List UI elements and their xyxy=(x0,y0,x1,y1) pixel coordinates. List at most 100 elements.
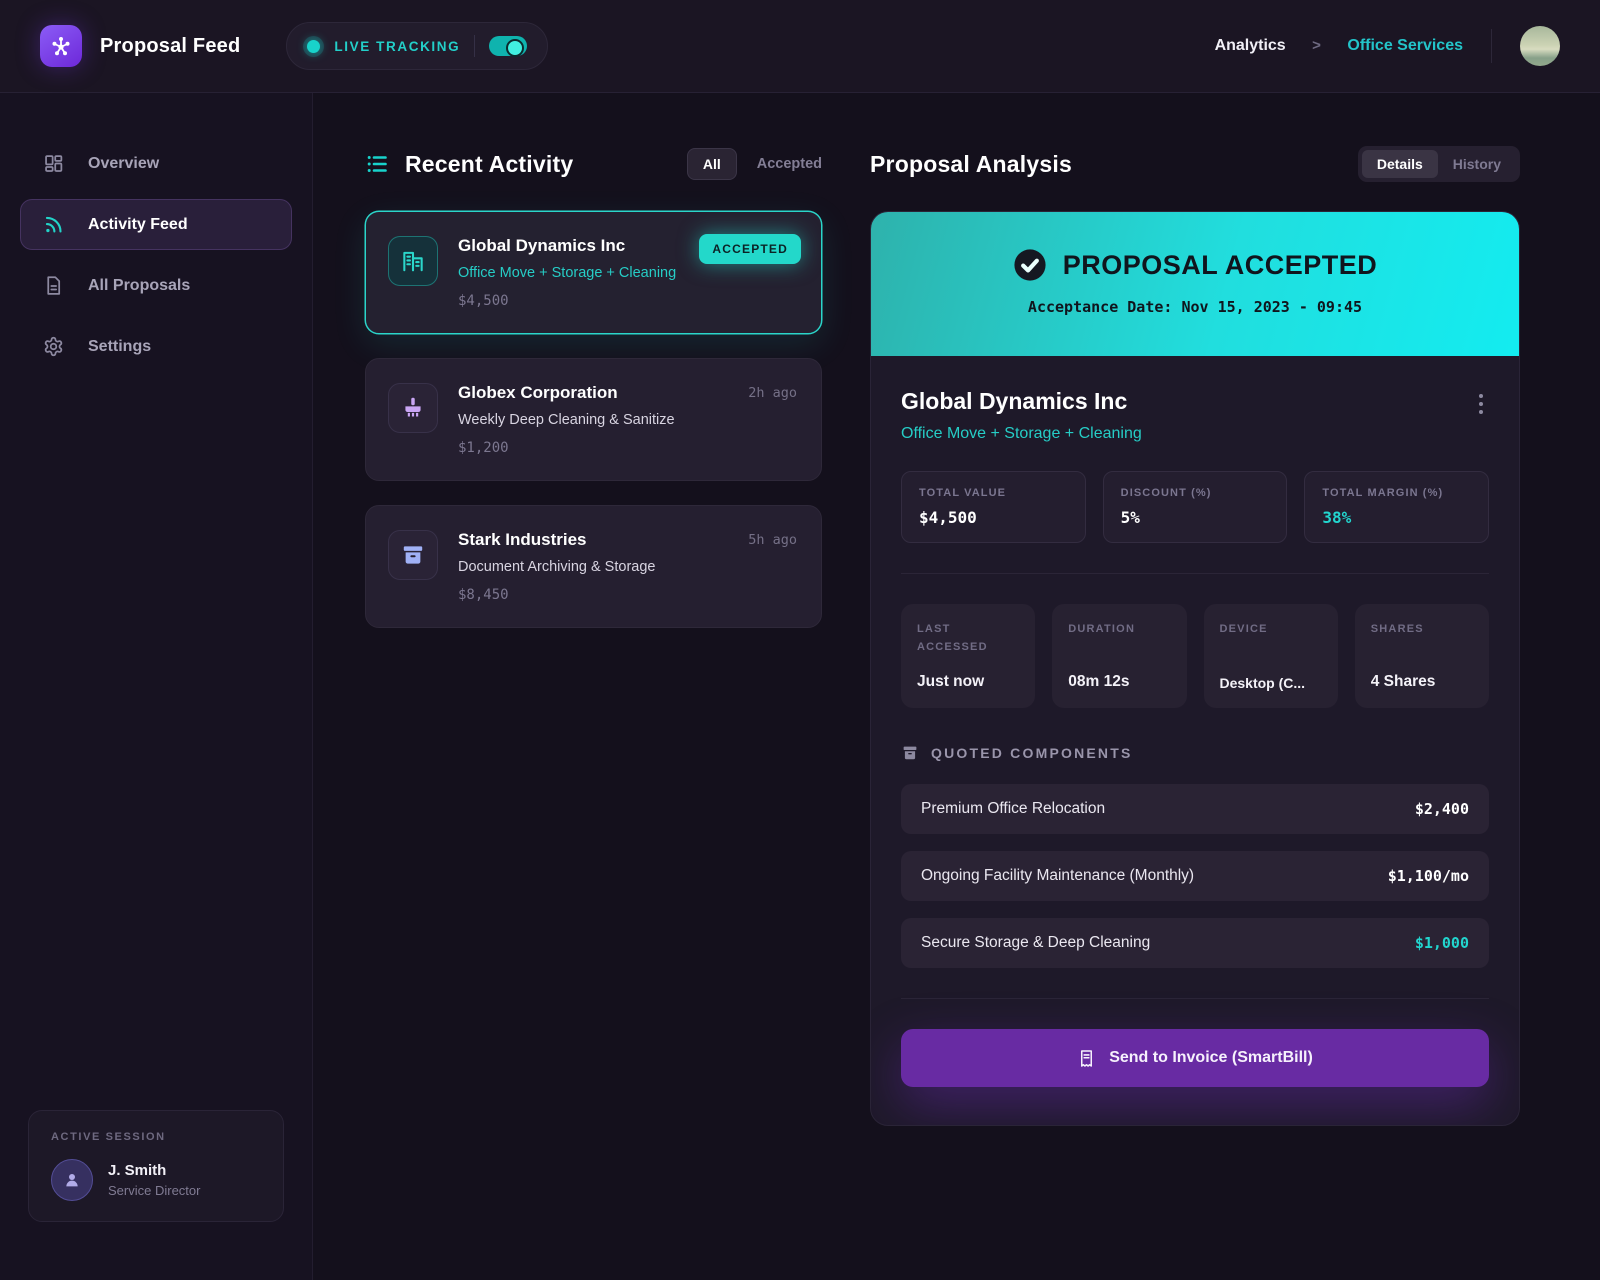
stat-value: $4,500 xyxy=(919,508,1068,527)
app-logo-icon xyxy=(40,25,82,67)
activity-card-global-dynamics[interactable]: Global Dynamics Inc Office Move + Storag… xyxy=(365,211,822,334)
component-value: $1,000 xyxy=(1415,934,1469,952)
meta-label: LAST ACCESSED xyxy=(917,621,1019,656)
stat-total-margin: TOTAL MARGIN (%) 38% xyxy=(1304,471,1489,543)
tab-history[interactable]: History xyxy=(1438,150,1516,178)
meta-value: Just now xyxy=(917,673,1019,691)
meta-row: LAST ACCESSED Just now DURATION 08m 12s … xyxy=(901,604,1489,708)
meta-value: 08m 12s xyxy=(1068,673,1170,691)
activity-company: Stark Industries xyxy=(458,530,775,550)
acceptance-date: Acceptance Date: Nov 15, 2023 - 09:45 xyxy=(901,298,1489,316)
meta-value: 4 Shares xyxy=(1371,673,1473,691)
component-row: Ongoing Facility Maintenance (Monthly) $… xyxy=(901,851,1489,901)
activity-time: 5h ago xyxy=(748,532,797,548)
activity-company: Globex Corporation xyxy=(458,383,795,403)
tab-details[interactable]: Details xyxy=(1362,150,1438,178)
dashboard-grid-icon xyxy=(43,153,64,174)
banner-title: PROPOSAL ACCEPTED xyxy=(1063,250,1378,281)
component-row: Premium Office Relocation $2,400 xyxy=(901,784,1489,834)
stat-label: TOTAL VALUE xyxy=(919,487,1068,499)
component-row: Secure Storage & Deep Cleaning $1,000 xyxy=(901,918,1489,968)
proposal-company: Global Dynamics Inc xyxy=(901,388,1142,415)
topbar-divider xyxy=(1491,29,1492,63)
session-user-role: Service Director xyxy=(108,1183,200,1198)
stat-label: TOTAL MARGIN (%) xyxy=(1322,487,1471,499)
proposal-analysis-panel: PROPOSAL ACCEPTED Acceptance Date: Nov 1… xyxy=(870,211,1520,1126)
sidebar-item-label: All Proposals xyxy=(88,277,190,295)
live-tracking-toggle[interactable] xyxy=(489,36,527,56)
sidebar: Overview Activity Feed All Proposals xyxy=(0,93,313,1280)
active-session-card: ACTIVE SESSION J. Smith Service Director xyxy=(28,1110,284,1222)
user-avatar[interactable] xyxy=(1520,26,1560,66)
quoted-components-title: QUOTED COMPONENTS xyxy=(931,745,1133,761)
breadcrumb-office-services[interactable]: Office Services xyxy=(1347,37,1463,54)
archive-icon xyxy=(901,744,919,762)
live-status-dot xyxy=(307,40,320,53)
building-icon xyxy=(388,236,438,286)
active-session-label: ACTIVE SESSION xyxy=(51,1131,261,1143)
activity-amount: $8,450 xyxy=(458,587,775,603)
meta-label: DEVICE xyxy=(1220,621,1322,639)
activity-card-globex[interactable]: Globex Corporation Weekly Deep Cleaning … xyxy=(365,358,822,481)
meta-value: Desktop (C... xyxy=(1220,675,1322,691)
kebab-menu-icon[interactable] xyxy=(1473,388,1489,420)
activity-amount: $1,200 xyxy=(458,440,795,456)
stat-discount: DISCOUNT (%) 5% xyxy=(1103,471,1288,543)
activity-service: Office Move + Storage + Cleaning xyxy=(458,263,796,284)
activity-card-stark[interactable]: Stark Industries Document Archiving & St… xyxy=(365,505,822,628)
gear-icon xyxy=(43,336,64,357)
sidebar-item-overview[interactable]: Overview xyxy=(20,138,292,189)
stat-total-value: TOTAL VALUE $4,500 xyxy=(901,471,1086,543)
stats-row: TOTAL VALUE $4,500 DISCOUNT (%) 5% TOTAL… xyxy=(901,471,1489,543)
activity-amount: $4,500 xyxy=(458,293,796,309)
proposal-analysis-column: Proposal Analysis Details History xyxy=(870,145,1520,1280)
divider xyxy=(901,998,1489,999)
proposal-accepted-banner: PROPOSAL ACCEPTED Acceptance Date: Nov 1… xyxy=(871,212,1519,356)
check-circle-icon xyxy=(1013,248,1047,282)
details-history-toggle: Details History xyxy=(1358,146,1520,182)
live-tracking-pill[interactable]: LIVE TRACKING xyxy=(286,22,548,70)
sidebar-item-label: Overview xyxy=(88,155,159,173)
meta-last-accessed: LAST ACCESSED Just now xyxy=(901,604,1035,708)
main-content: Recent Activity All Accepted xyxy=(313,93,1600,1280)
breadcrumb-separator: > xyxy=(1312,37,1321,54)
breadcrumb: Analytics > Office Services xyxy=(1215,37,1463,55)
app-title: Proposal Feed xyxy=(100,35,240,58)
proposal-service: Office Move + Storage + Cleaning xyxy=(901,425,1142,443)
filter-all-button[interactable]: All xyxy=(687,148,737,180)
sidebar-item-activity-feed[interactable]: Activity Feed xyxy=(20,199,292,250)
component-value: $1,100/mo xyxy=(1388,867,1469,885)
proposal-analysis-title: Proposal Analysis xyxy=(870,151,1072,178)
sidebar-item-all-proposals[interactable]: All Proposals xyxy=(20,260,292,311)
stat-label: DISCOUNT (%) xyxy=(1121,487,1270,499)
sidebar-item-settings[interactable]: Settings xyxy=(20,321,292,372)
activity-service: Weekly Deep Cleaning & Sanitize xyxy=(458,410,795,431)
brush-icon xyxy=(388,383,438,433)
activity-service: Document Archiving & Storage xyxy=(458,557,775,578)
filter-accepted-link[interactable]: Accepted xyxy=(757,156,822,172)
meta-label: SHARES xyxy=(1371,621,1473,639)
send-to-invoice-label: Send to Invoice (SmartBill) xyxy=(1109,1049,1313,1067)
accepted-badge: ACCEPTED xyxy=(699,234,801,264)
sidebar-item-label: Activity Feed xyxy=(88,216,188,234)
meta-shares: SHARES 4 Shares xyxy=(1355,604,1489,708)
pill-divider xyxy=(474,35,475,57)
activity-list-icon xyxy=(365,152,389,176)
archive-box-icon xyxy=(388,530,438,580)
stat-value: 5% xyxy=(1121,508,1270,527)
component-name: Secure Storage & Deep Cleaning xyxy=(921,934,1150,952)
meta-duration: DURATION 08m 12s xyxy=(1052,604,1186,708)
recent-activity-title: Recent Activity xyxy=(405,151,573,178)
topbar: Proposal Feed LIVE TRACKING Analytics > … xyxy=(0,0,1600,93)
send-to-invoice-button[interactable]: Send to Invoice (SmartBill) xyxy=(901,1029,1489,1087)
meta-device: DEVICE Desktop (C... xyxy=(1204,604,1338,708)
document-icon xyxy=(43,275,64,296)
component-name: Ongoing Facility Maintenance (Monthly) xyxy=(921,867,1194,885)
sidebar-item-label: Settings xyxy=(88,338,151,356)
activity-time: 2h ago xyxy=(748,385,797,401)
receipt-icon xyxy=(1077,1049,1096,1068)
divider xyxy=(901,573,1489,574)
breadcrumb-analytics[interactable]: Analytics xyxy=(1215,37,1286,54)
rss-feed-icon xyxy=(43,214,64,235)
session-user-name: J. Smith xyxy=(108,1162,200,1179)
